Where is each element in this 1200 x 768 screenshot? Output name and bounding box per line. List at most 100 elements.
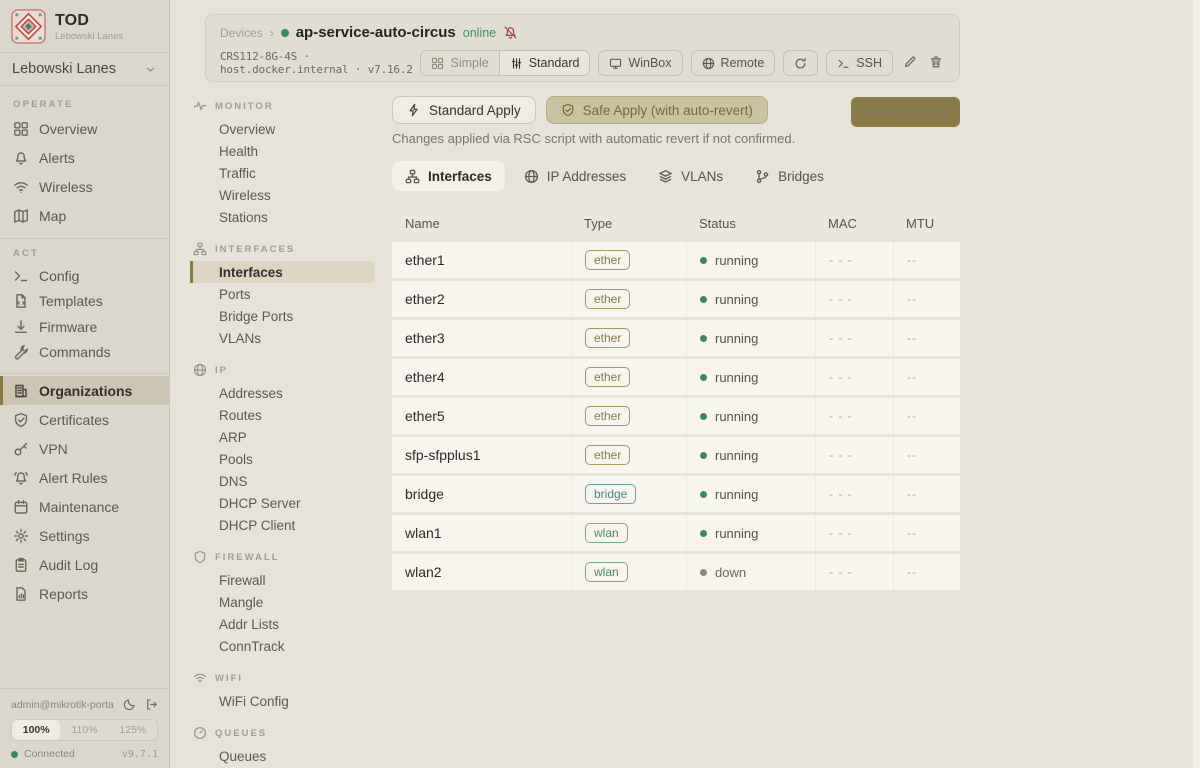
scrollbar-track[interactable] [1193,0,1200,768]
subnav-item[interactable]: Firewall [190,569,375,591]
subnav-item[interactable]: Interfaces [190,261,375,283]
table-row[interactable]: wlan2 wlan down - - - -- [392,554,960,590]
content-tab[interactable]: Bridges [742,161,837,191]
table-row[interactable]: bridge bridge running - - - -- [392,476,960,512]
sidebar-item[interactable]: Organizations [0,376,169,405]
sidebar-item-label: Reports [39,586,88,602]
table-row[interactable]: ether3 ether running - - - -- [392,320,960,356]
logout-icon[interactable] [145,698,158,711]
subnav-item[interactable]: ConnTrack [190,635,375,657]
hierarchy-icon [193,242,207,256]
sidebar-item[interactable]: Commands [0,340,169,366]
subnav-item[interactable]: Bridge Ports [190,305,375,327]
cell-name: bridge [392,476,571,512]
type-badge: ether [585,289,630,309]
subnav-item[interactable]: Routes [190,404,375,426]
subnav-item[interactable]: Addresses [190,382,375,404]
table-row[interactable]: ether2 ether running - - - -- [392,281,960,317]
subnav-group-header: IP [190,359,375,382]
ui-zoom-option[interactable]: 100% [12,720,60,740]
sidebar-item-label: Settings [39,528,90,544]
breadcrumb[interactable]: Devices [220,26,263,40]
sidebar-item[interactable]: Overview [0,114,169,143]
subnav-item[interactable]: Traffic [190,162,375,184]
content-tab[interactable]: Interfaces [392,161,505,191]
cell-mtu: -- [893,398,960,434]
cell-status: running [686,515,815,551]
device-action-button[interactable]: WinBox [598,50,682,76]
table-row[interactable]: ether5 ether running - - - -- [392,398,960,434]
app: TOD Lebowski Lanes Lebowski Lanes OPERAT… [0,0,1200,768]
subnav-item[interactable]: ARP [190,426,375,448]
edit-device-button[interactable] [901,53,919,74]
device-action-button[interactable]: Remote [691,50,776,76]
table-row[interactable]: ether1 ether running - - - -- [392,242,960,278]
subnav-group: INTERFACES Interfaces Ports Bridge Ports… [190,238,375,349]
subnav-item[interactable]: Addr Lists [190,613,375,635]
standard-apply-button[interactable]: Standard Apply [392,96,536,124]
sidebar-item[interactable]: Certificates [0,405,169,434]
subnav-item[interactable]: Queues [190,745,375,767]
sidebar-item[interactable]: Reports [0,579,169,608]
sidebar-item[interactable]: Alerts [0,143,169,172]
activity-icon [193,99,207,113]
sidebar-item[interactable]: VPN [0,434,169,463]
dark-mode-toggle-icon[interactable] [123,698,136,711]
sidebar-item[interactable]: Templates [0,289,169,315]
bell-off-icon[interactable] [503,25,518,40]
device-subnav: MONITOR Overview Health Traffic Wireless… [190,95,375,768]
ui-zoom-option[interactable]: 110% [60,720,108,740]
grid-icon [431,57,444,70]
sidebar-item[interactable]: Map [0,201,169,230]
sidebar-item-label: Organizations [39,383,132,399]
subnav-item[interactable]: VLANs [190,327,375,349]
sidebar-item[interactable]: Maintenance [0,492,169,521]
sidebar-item[interactable]: Audit Log [0,550,169,579]
sidebar-item[interactable]: Config [0,263,169,289]
type-badge: ether [585,328,630,348]
sidebar-item[interactable]: Settings [0,521,169,550]
subnav-item[interactable]: Health [190,140,375,162]
status-dot [700,257,707,264]
sidebar: TOD Lebowski Lanes Lebowski Lanes OPERAT… [0,0,170,768]
content-tab[interactable]: IP Addresses [511,161,639,191]
ui-zoom-option[interactable]: 125% [109,720,157,740]
subnav-item[interactable]: Wireless [190,184,375,206]
hierarchy-icon [405,169,420,184]
delete-device-button[interactable] [927,53,945,74]
subnav-group-header: INTERFACES [190,238,375,261]
subnav-item[interactable]: Stations [190,206,375,228]
subnav-item[interactable]: DHCP Client [190,514,375,536]
table-row[interactable]: wlan1 wlan running - - - -- [392,515,960,551]
safe-apply-button[interactable]: Safe Apply (with auto-revert) [546,96,768,124]
sidebar-item[interactable]: Wireless [0,172,169,201]
subnav-item[interactable]: Ports [190,283,375,305]
table-row[interactable]: ether4 ether running - - - -- [392,359,960,395]
table-header: Name Type Status MAC MTU [392,208,960,239]
device-action-button[interactable] [783,50,818,76]
view-mode-option[interactable]: Simple [421,51,498,75]
cell-name: wlan1 [392,515,571,551]
monitor-icon [609,57,622,70]
cell-type: bridge [571,476,686,512]
review-apply-button[interactable]: Review & Apply [851,97,960,127]
cell-type: ether [571,398,686,434]
subnav-item[interactable]: Mangle [190,591,375,613]
org-selector[interactable]: Lebowski Lanes [0,53,169,86]
device-action-button[interactable]: SSH [826,50,893,76]
sidebar-item[interactable]: Alert Rules [0,463,169,492]
subnav-item[interactable]: Pools [190,448,375,470]
sidebar-item[interactable]: Firmware [0,314,169,340]
content-tab[interactable]: VLANs [645,161,736,191]
table-row[interactable]: sfp-sfpplus1 ether running - - - -- [392,437,960,473]
view-mode-option[interactable]: Standard [499,51,590,75]
subnav-item[interactable]: Overview [190,118,375,140]
subnav-item[interactable]: DHCP Server [190,492,375,514]
sidebar-item-label: Wireless [39,179,93,195]
connection-dot [11,751,18,758]
breadcrumb-separator: › [270,26,274,40]
subnav-item[interactable]: WiFi Config [190,690,375,712]
subnav-item[interactable]: DNS [190,470,375,492]
subnav-group-header: FIREWALL [190,546,375,569]
wifi-icon [13,179,29,195]
